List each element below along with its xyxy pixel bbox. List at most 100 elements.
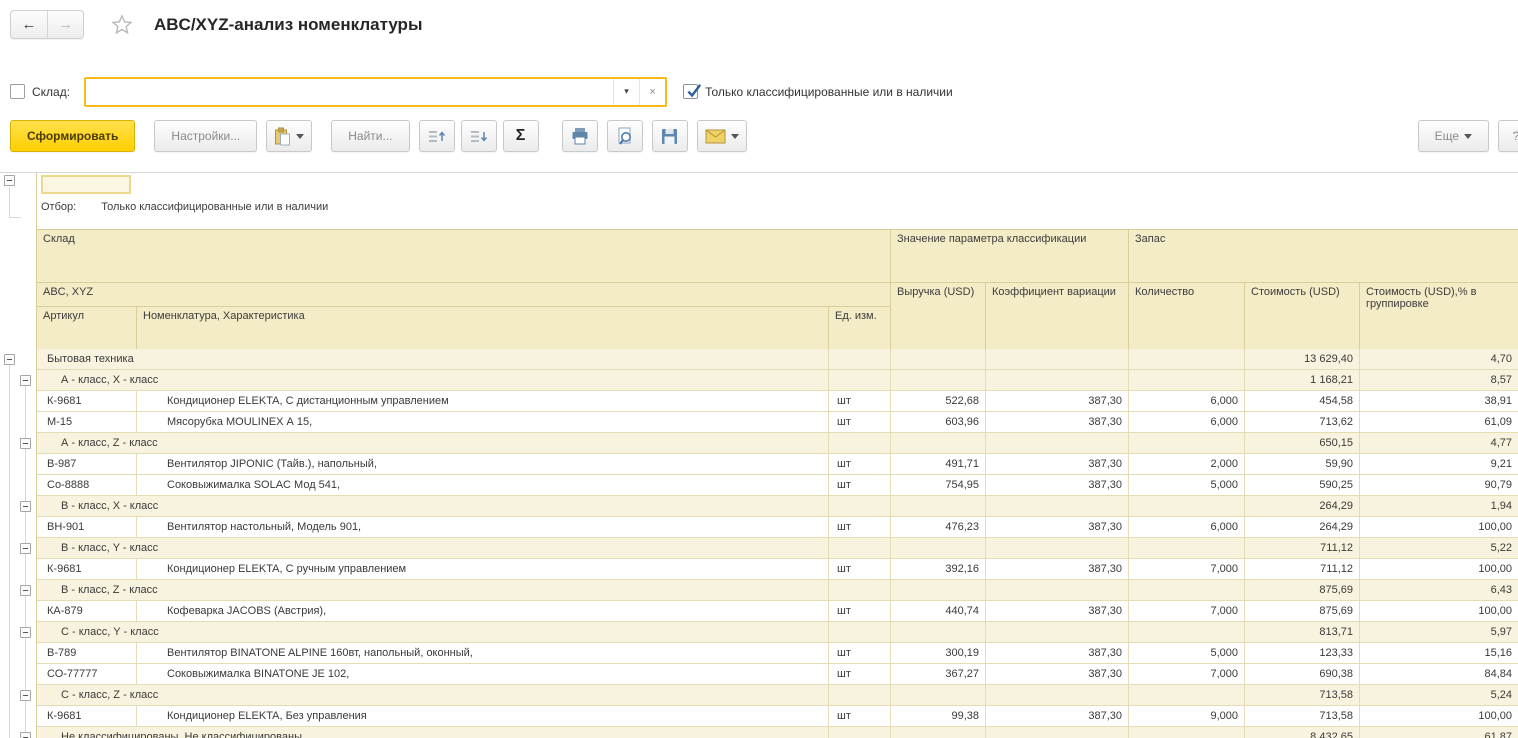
group-collapse-marker[interactable] (20, 627, 31, 638)
header-nomenclature[interactable]: Номенклатура, Характеристика (137, 307, 829, 350)
group-row[interactable]: Не классифицированы, Не классифицированы… (37, 727, 1518, 738)
group-label-cell: В - класс, Z - класс (37, 580, 829, 601)
group-row[interactable]: Бытовая техника 13 629,40 4,70 (37, 349, 1518, 370)
table-row[interactable]: К-9681 Кондиционер ELEKTA, Без управлени… (37, 706, 1518, 727)
unit-cell (829, 538, 891, 559)
revenue-cell: 367,27 (891, 664, 986, 685)
group-collapse-marker[interactable] (4, 354, 15, 365)
group-collapse-marker[interactable] (20, 585, 31, 596)
pct-cell: 61,87 (1360, 727, 1518, 738)
header-revenue[interactable]: Выручка (USD) (891, 283, 986, 350)
generate-button[interactable]: Сформировать (10, 120, 135, 152)
warehouse-combo: ▾ × (84, 77, 667, 107)
send-mail-button[interactable] (697, 120, 747, 152)
nomenclature-cell: Кофеварка JACOBS (Австрия), (137, 601, 829, 622)
table-row[interactable]: ВН-901 Вентилятор настольный, Модель 901… (37, 517, 1518, 538)
more-button[interactable]: Еще (1418, 120, 1489, 152)
group-collapse-marker[interactable] (20, 543, 31, 554)
qty-cell: 7,000 (1129, 559, 1245, 580)
expand-groups-button[interactable] (461, 120, 497, 152)
group-collapse-marker[interactable] (20, 732, 31, 738)
report-content: Отбор: Только классифицированные или в н… (36, 173, 1518, 738)
only-classified-checkbox[interactable] (683, 84, 698, 99)
table-row[interactable]: К-9681 Кондиционер ELEKTA, С дистанционн… (37, 391, 1518, 412)
qty-cell (1129, 622, 1245, 643)
qty-cell (1129, 370, 1245, 391)
header-unit[interactable]: Ед. изм. (829, 307, 891, 350)
header-param-group[interactable]: Значение параметра классификации (891, 230, 1129, 283)
revenue-cell (891, 727, 986, 738)
cv-cell (986, 685, 1129, 706)
warehouse-dropdown-button[interactable]: ▾ (613, 79, 639, 105)
header-sklad[interactable]: Склад (37, 230, 891, 283)
print-preview-button[interactable] (607, 120, 643, 152)
qty-cell: 9,000 (1129, 706, 1245, 727)
grouping-gutter (0, 173, 36, 738)
nomenclature-cell: Кондиционер ELEKTA, С дистанционным упра… (137, 391, 829, 412)
table-row[interactable]: М-15 Мясорубка MOULINEX А 15, шт 603,96 … (37, 412, 1518, 433)
cv-cell: 387,30 (986, 391, 1129, 412)
filter-row: Склад: ▾ × Только классифицированные или… (10, 76, 953, 107)
qty-cell: 6,000 (1129, 412, 1245, 433)
group-collapse-marker[interactable] (20, 375, 31, 386)
unit-cell (829, 685, 891, 706)
report-filter-line: Отбор: Только классифицированные или в н… (41, 201, 328, 213)
cv-cell (986, 370, 1129, 391)
group-row[interactable]: А - класс, X - класс 1 168,21 8,57 (37, 370, 1518, 391)
warehouse-input[interactable] (86, 79, 613, 105)
forward-button[interactable]: → (47, 11, 83, 38)
print-button[interactable] (562, 120, 598, 152)
cost-cell: 711,12 (1245, 559, 1360, 580)
header-quantity[interactable]: Количество (1129, 283, 1245, 350)
group-row[interactable]: А - класс, Z - класс 650,15 4,77 (37, 433, 1518, 454)
settings-button[interactable]: Настройки... (154, 120, 257, 152)
header-abc-xyz[interactable]: ABC, XYZ (37, 283, 891, 307)
header-sku[interactable]: Артикул (37, 307, 137, 350)
group-row[interactable]: С - класс, Y - класс 813,71 5,97 (37, 622, 1518, 643)
help-button[interactable]: ? (1498, 120, 1518, 152)
save-button[interactable] (652, 120, 688, 152)
tree-line (9, 365, 10, 738)
table-header: Склад Значение параметра классификации З… (37, 229, 1518, 350)
collapse-groups-button[interactable] (419, 120, 455, 152)
expand-groups-icon (470, 129, 488, 144)
group-row[interactable]: В - класс, Z - класс 875,69 6,43 (37, 580, 1518, 601)
table-row[interactable]: КА-879 Кофеварка JACOBS (Австрия), шт 44… (37, 601, 1518, 622)
group-row[interactable]: В - класс, Y - класс 711,12 5,22 (37, 538, 1518, 559)
report-variants-button[interactable] (266, 120, 312, 152)
cv-cell: 387,30 (986, 601, 1129, 622)
table-row[interactable]: В-789 Вентилятор BINATONE ALPINE 160вт, … (37, 643, 1518, 664)
unit-cell (829, 727, 891, 738)
page-title: ABC/XYZ-анализ номенклатуры (154, 15, 422, 35)
group-collapse-marker[interactable] (20, 690, 31, 701)
sku-cell: СО-77777 (37, 664, 137, 685)
table-row[interactable]: К-9681 Кондиционер ELEKTA, С ручным упра… (37, 559, 1518, 580)
warehouse-clear-button[interactable]: × (639, 79, 665, 105)
unit-cell: шт (829, 643, 891, 664)
unit-cell: шт (829, 517, 891, 538)
qty-cell: 6,000 (1129, 391, 1245, 412)
header-cv[interactable]: Коэффициент вариации (986, 283, 1129, 350)
table-row[interactable]: В-987 Вентилятор JIPONIC (Тайв.), наполь… (37, 454, 1518, 475)
pct-cell: 5,24 (1360, 685, 1518, 706)
header-zapas-group[interactable]: Запас (1129, 230, 1518, 283)
sum-button[interactable]: Σ (503, 120, 539, 152)
active-cell[interactable] (41, 175, 131, 194)
group-row[interactable]: В - класс, X - класс 264,29 1,94 (37, 496, 1518, 517)
report-collapse-marker[interactable] (4, 175, 15, 186)
table-row[interactable]: СО-77777 Соковыжималка BINATONE JE 102, … (37, 664, 1518, 685)
back-button[interactable]: ← (11, 11, 47, 38)
favorite-star-icon[interactable] (110, 13, 134, 37)
group-collapse-marker[interactable] (20, 501, 31, 512)
group-row[interactable]: С - класс, Z - класс 713,58 5,24 (37, 685, 1518, 706)
table-row[interactable]: Со-8888 Соковыжималка SOLAC Мод 541, шт … (37, 475, 1518, 496)
cost-cell: 650,15 (1245, 433, 1360, 454)
group-collapse-marker[interactable] (20, 438, 31, 449)
unit-cell (829, 433, 891, 454)
find-button[interactable]: Найти... (331, 120, 409, 152)
header-cost[interactable]: Стоимость (USD) (1245, 283, 1360, 350)
header-cost-pct[interactable]: Стоимость (USD),% в группировке (1360, 283, 1518, 350)
warehouse-checkbox[interactable] (10, 84, 25, 99)
nomenclature-cell: Мясорубка MOULINEX А 15, (137, 412, 829, 433)
revenue-cell: 440,74 (891, 601, 986, 622)
